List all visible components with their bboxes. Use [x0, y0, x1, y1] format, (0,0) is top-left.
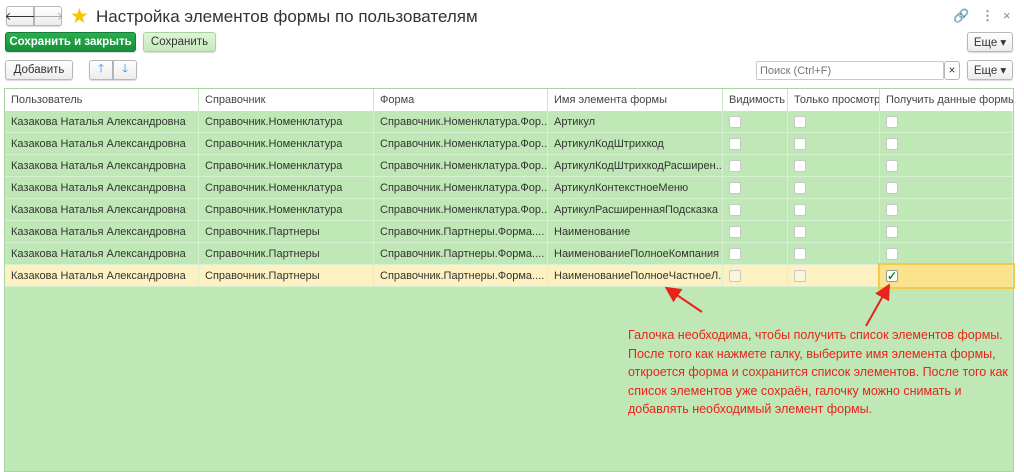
arrow-to-checkbox [865, 283, 890, 327]
arrow-to-element-name [664, 286, 703, 313]
annotation-arrows [664, 283, 890, 327]
